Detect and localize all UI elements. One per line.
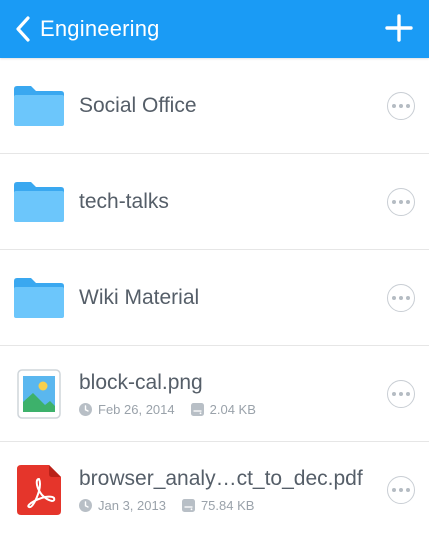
item-date: Jan 3, 2013 (79, 498, 166, 513)
more-dot (392, 391, 396, 396)
more-dot (392, 103, 396, 108)
pdf-file-icon (14, 464, 64, 515)
list-item[interactable]: Social Office (0, 58, 429, 154)
image-file-icon (14, 368, 64, 419)
more-options-button[interactable] (387, 475, 415, 504)
item-name: block-cal.png (79, 370, 203, 394)
item-name: browser_analy…ct_to_dec.pdf (79, 466, 363, 490)
list-item[interactable]: block-cal.png Feb 26, 2014 2.04 KB (0, 346, 429, 442)
plus-icon (385, 14, 413, 42)
more-dot (392, 295, 396, 300)
item-date: Feb 26, 2014 (79, 402, 175, 417)
more-dot (406, 103, 410, 108)
item-size-text: 2.04 KB (209, 401, 256, 417)
folder-icon (14, 177, 64, 227)
more-dot (399, 391, 403, 396)
item-text: browser_analy…ct_to_dec.pdf Jan 3, 2013 (79, 467, 387, 513)
more-dot (406, 391, 410, 396)
item-date-text: Jan 3, 2013 (98, 497, 166, 513)
item-meta: Feb 26, 2014 2.04 KB (79, 402, 387, 417)
item-size: 2.04 KB (190, 401, 256, 417)
more-options-button[interactable] (387, 187, 415, 216)
more-dot (392, 199, 396, 204)
folder-icon (14, 81, 64, 131)
item-name: tech-talks (79, 189, 169, 213)
file-list: Social Office tech-talks Wiki Material b… (0, 58, 429, 536)
folder-icon (14, 273, 64, 323)
clock-icon (79, 498, 92, 512)
storage-icon (190, 402, 204, 416)
more-options-button[interactable] (387, 283, 415, 312)
clock-icon (79, 402, 92, 416)
list-item[interactable]: browser_analy…ct_to_dec.pdf Jan 3, 2013 (0, 442, 429, 536)
more-dot (406, 199, 410, 204)
item-text: Social Office (79, 94, 387, 118)
app-screen: Engineering Social Office tech-talks Wik… (0, 0, 429, 536)
item-size: 75.84 KB (181, 497, 255, 513)
more-dot (392, 487, 396, 492)
add-button[interactable] (383, 12, 415, 44)
item-text: Wiki Material (79, 286, 387, 310)
item-text: block-cal.png Feb 26, 2014 2.04 KB (79, 371, 387, 417)
list-item[interactable]: tech-talks (0, 154, 429, 250)
list-item[interactable]: Wiki Material (0, 250, 429, 346)
item-size-text: 75.84 KB (200, 497, 255, 513)
item-date-text: Feb 26, 2014 (98, 401, 175, 417)
more-dot (399, 487, 403, 492)
chevron-left-icon (16, 16, 30, 42)
more-dot (406, 295, 410, 300)
more-dot (406, 487, 410, 492)
top-app-bar: Engineering (0, 0, 429, 58)
back-button[interactable] (8, 0, 38, 58)
more-options-button[interactable] (387, 91, 415, 120)
item-meta: Jan 3, 2013 75.84 KB (79, 498, 387, 513)
more-dot (399, 295, 403, 300)
page-title: Engineering (40, 16, 160, 41)
more-dot (399, 199, 403, 204)
item-name: Social Office (79, 93, 197, 117)
storage-icon (181, 498, 195, 512)
more-dot (399, 103, 403, 108)
item-text: tech-talks (79, 190, 387, 214)
more-options-button[interactable] (387, 379, 415, 408)
item-name: Wiki Material (79, 285, 200, 309)
